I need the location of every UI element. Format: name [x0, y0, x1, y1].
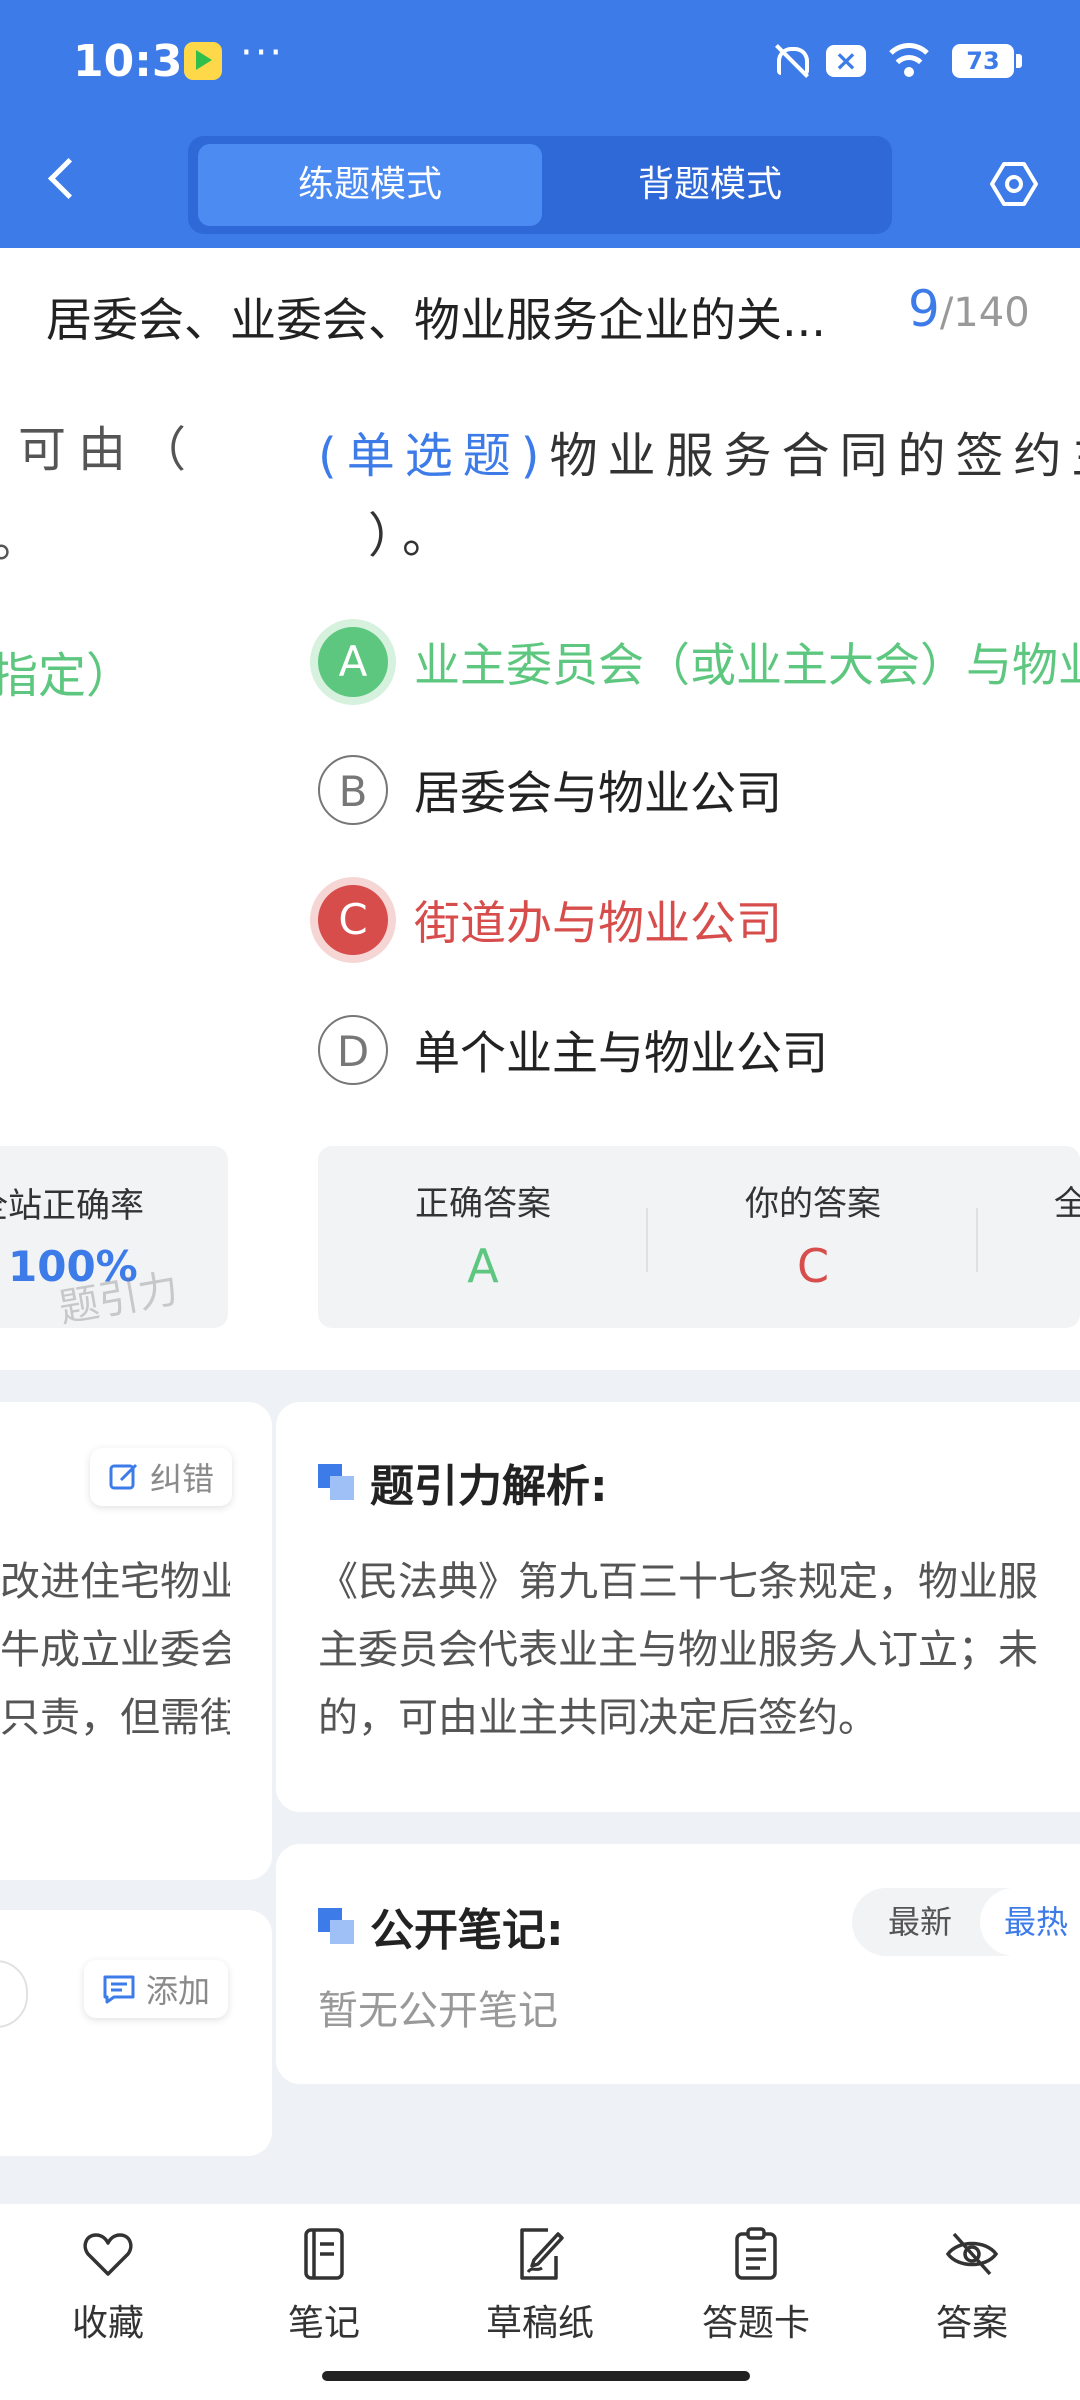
add-note-label: 添加 — [146, 1972, 211, 2010]
correct-answer-stat: 正确答案 A — [318, 1176, 648, 1293]
tab-practice-mode[interactable]: 练题模式 — [198, 144, 542, 226]
mode-switch: 练题模式 背题模式 — [188, 136, 892, 234]
analysis-line: 《民法典》第九百三十七条规定，物业服 — [318, 1559, 1038, 1605]
previous-question-fragment: 可由（ — [18, 422, 199, 478]
nav-answer-card[interactable]: 答题卡 — [686, 2226, 826, 2346]
sort-hottest[interactable]: 最热 — [980, 1888, 1080, 1956]
question-counter[interactable]: 9/140 — [908, 280, 1030, 338]
empty-notes-text: 暂无公开笔记 — [318, 1988, 558, 2034]
accuracy-label: 全站正确率 — [0, 1186, 144, 1226]
report-error-label: 纠错 — [150, 1460, 215, 1498]
status-icons: × 73 — [770, 38, 1022, 84]
correct-answer-value: A — [467, 1239, 499, 1293]
answer-card-icon — [728, 2226, 784, 2282]
your-answer-label: 你的答案 — [745, 1184, 881, 1224]
eye-off-icon — [944, 2226, 1000, 2282]
option-a-text: 业主委员会（或业主大会）与物业 — [414, 638, 1080, 692]
option-b-marker: B — [318, 755, 388, 825]
more-notifications-icon: ··· — [240, 30, 285, 76]
notes-header: 公开笔记: — [318, 1894, 564, 1958]
answer-stats-box: 正确答案 A 你的答案 C 全 — [318, 1146, 1080, 1328]
option-d[interactable]: D 单个业主与物业公司 — [318, 1010, 828, 1090]
back-icon[interactable] — [40, 160, 76, 196]
nav-answer-card-label: 答题卡 — [701, 2303, 810, 2344]
previous-analysis-line: 牛成立业委会 — [0, 1627, 230, 1673]
wifi-icon — [884, 41, 934, 81]
your-answer-value: C — [796, 1239, 830, 1293]
nav-draft[interactable]: 草稿纸 — [470, 2226, 610, 2346]
public-notes-card — [276, 1844, 1080, 2084]
question-line-1: 物业服务合同的签约主 — [549, 428, 1080, 484]
analysis-line: 的，可由业主共同决定后签约。 — [318, 1695, 878, 1741]
report-error-button[interactable]: 纠错 — [90, 1448, 233, 1506]
add-note-button[interactable]: 添加 — [84, 1960, 229, 2018]
heart-icon — [80, 2226, 136, 2282]
comment-icon — [103, 1975, 135, 2004]
question-type-label: (单选题) — [318, 428, 550, 484]
x-badge-icon: × — [826, 45, 866, 77]
previous-analysis-line: 改进住宅物业 — [0, 1559, 230, 1605]
nav-answer-label: 答案 — [935, 2303, 1008, 2344]
section-squares-icon — [318, 1908, 354, 1944]
current-question-number: 9 — [908, 280, 940, 338]
notes-title: 公开笔记: — [370, 1905, 564, 1956]
option-a[interactable]: A 业主委员会（或业主大会）与物业 — [318, 622, 1080, 702]
analysis-text: 《民法典》第九百三十七条规定，物业服 主委员会代表业主与物业服务人订立；未 的，… — [318, 1548, 1080, 1752]
nav-notes[interactable]: 笔记 — [254, 2226, 394, 2346]
question-line-2: ）。 — [368, 508, 461, 564]
option-b[interactable]: B 居委会与物业公司 — [318, 750, 782, 830]
nav-answer[interactable]: 答案 — [902, 2226, 1042, 2346]
app-notification-icon — [184, 42, 222, 80]
total-question-count: /140 — [939, 290, 1030, 336]
previous-option-fragment: 指定） — [0, 648, 135, 704]
previous-analysis-line: 只责，但需街 — [0, 1695, 230, 1741]
question-text: (单选题)物业服务合同的签约主 — [318, 406, 1080, 506]
option-c-marker: C — [318, 885, 388, 955]
section-squares-icon — [318, 1464, 354, 1500]
stat-divider-2 — [976, 1208, 978, 1272]
settings-icon[interactable] — [990, 160, 1038, 208]
option-c[interactable]: C 街道办与物业公司 — [318, 880, 782, 960]
your-answer-stat: 你的答案 C — [648, 1176, 978, 1293]
correct-answer-label: 正确答案 — [415, 1184, 551, 1224]
previous-question-fragment-2: 。 — [0, 500, 40, 570]
previous-analysis-text: 改进住宅物业 牛成立业委会 只责，但需街 — [0, 1548, 230, 1752]
nav-draft-label: 草稿纸 — [485, 2303, 594, 2344]
analysis-header: 题引力解析: — [318, 1450, 608, 1514]
previous-notes-card — [0, 1910, 272, 2156]
draft-icon — [512, 2226, 568, 2282]
option-d-text: 单个业主与物业公司 — [414, 1026, 828, 1080]
tab-memorize-mode[interactable]: 背题模式 — [538, 144, 882, 226]
nav-notes-label: 笔记 — [287, 2303, 360, 2344]
site-accuracy-label-fragment: 全 — [1054, 1184, 1080, 1224]
option-b-text: 居委会与物业公司 — [414, 766, 782, 820]
edit-icon — [109, 1463, 138, 1490]
analysis-line: 主委员会代表业主与物业服务人订立；未 — [318, 1627, 1038, 1673]
option-d-marker: D — [318, 1015, 388, 1085]
sort-latest[interactable]: 最新 — [888, 1888, 952, 1956]
analysis-title: 题引力解析: — [370, 1461, 608, 1512]
nav-favorite[interactable]: 收藏 — [38, 2226, 178, 2346]
home-indicator[interactable] — [322, 2371, 750, 2381]
chapter-title[interactable]: 居委会、业委会、物业服务企业的关... — [46, 284, 826, 350]
option-c-text: 街道办与物业公司 — [414, 896, 782, 950]
option-a-marker: A — [318, 627, 388, 697]
mute-bell-icon — [770, 41, 809, 81]
battery-icon: 73 — [952, 44, 1022, 78]
notes-sort-toggle: 最新 最热 — [852, 1888, 1080, 1956]
notebook-icon — [296, 2226, 352, 2282]
nav-favorite-label: 收藏 — [71, 2303, 144, 2344]
